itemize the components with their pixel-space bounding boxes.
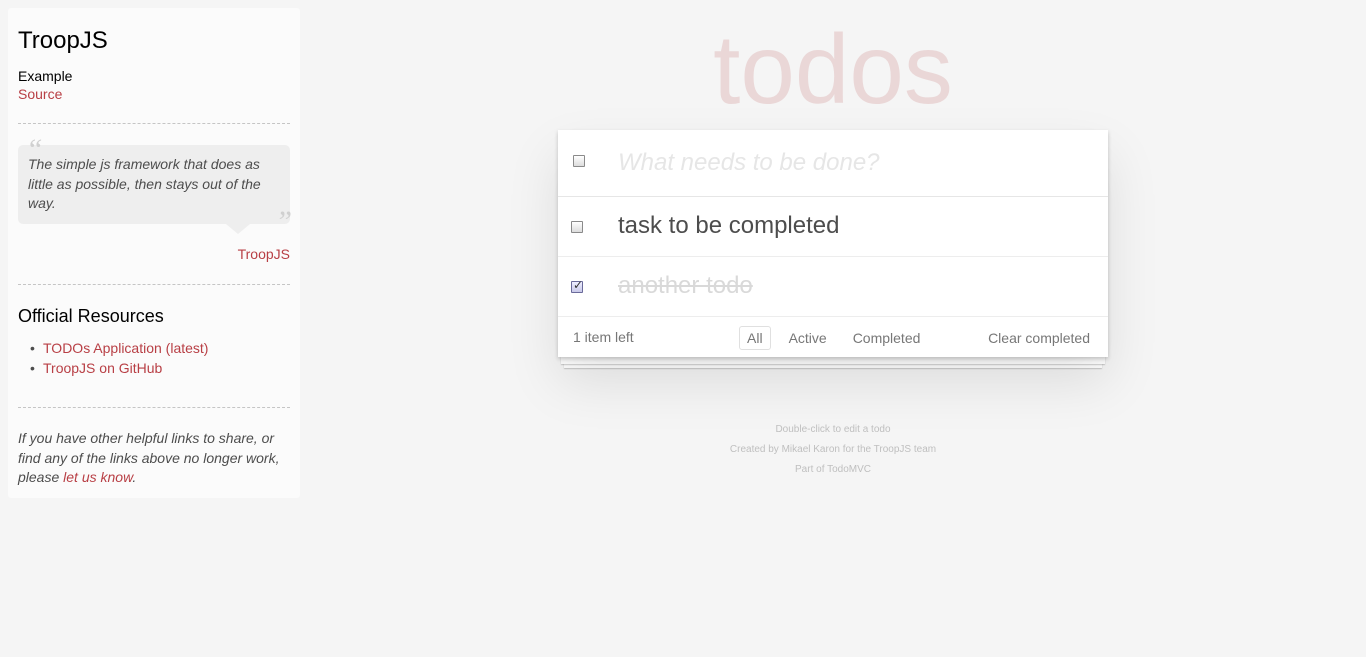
resource-item: TroopJS on GitHub xyxy=(28,358,208,378)
paper-stack xyxy=(561,356,1105,364)
quote-footer: TroopJS xyxy=(18,246,290,262)
divider xyxy=(18,284,290,285)
resource-link-github[interactable]: TroopJS on GitHub xyxy=(43,360,162,376)
filter-active[interactable]: Active xyxy=(781,326,835,350)
new-todo-input[interactable] xyxy=(618,130,1108,196)
clear-completed-button[interactable]: Clear completed xyxy=(988,330,1090,346)
resource-item: TODOs Application (latest) xyxy=(28,338,208,358)
filters: All Active Completed xyxy=(739,326,934,350)
let-us-know-link[interactable]: let us know xyxy=(63,469,132,485)
sidebar-footer-end: . xyxy=(132,469,137,485)
resource-link-todos-app[interactable]: TODOs Application (latest) xyxy=(43,340,208,356)
todo-item: another todo xyxy=(558,257,1108,317)
quote-author-link[interactable]: TroopJS xyxy=(238,246,290,262)
sidebar: TroopJS Example Source “ The simple js f… xyxy=(8,8,300,498)
todo-header xyxy=(558,130,1108,197)
filter-all[interactable]: All xyxy=(739,326,771,350)
todo-footer: 1 item left All Active Completed Clear c… xyxy=(558,317,1108,357)
source-link[interactable]: Source xyxy=(18,85,290,103)
quote-text: The simple js framework that does as lit… xyxy=(28,156,261,211)
divider xyxy=(18,123,290,124)
info-line-todomvc: Part of TodoMVC xyxy=(795,464,871,475)
resources-title: Official Resources xyxy=(18,306,164,326)
example-label: Example xyxy=(18,68,73,84)
open-quote-icon: “ xyxy=(26,133,43,166)
resources-list: TODOs Application (latest) TroopJS on Gi… xyxy=(28,338,208,378)
toggle-all-checkbox[interactable] xyxy=(573,155,585,167)
todo-label[interactable]: another todo xyxy=(618,271,753,301)
close-quote-icon: ” xyxy=(275,205,292,238)
filter-completed[interactable]: Completed xyxy=(845,326,929,350)
quote: “ The simple js framework that does as l… xyxy=(18,135,292,262)
items-left-count: 1 item left xyxy=(573,329,634,345)
info-line-edit-hint: Double-click to edit a todo xyxy=(775,424,891,435)
divider xyxy=(18,407,290,408)
info-footer: Double-click to edit a todo Created by M… xyxy=(558,420,1108,480)
todo-toggle-checkbox[interactable] xyxy=(571,278,583,293)
todo-item: task to be completed xyxy=(558,197,1108,257)
todo-label[interactable]: task to be completed xyxy=(618,211,839,241)
info-line-credits: Created by Mikael Karon for the TroopJS … xyxy=(729,444,937,455)
sidebar-footer-text: If you have other helpful links to share… xyxy=(18,430,280,485)
app-heading: todos xyxy=(713,14,953,124)
sidebar-footer: If you have other helpful links to share… xyxy=(18,429,290,488)
quote-box: “ The simple js framework that does as l… xyxy=(18,135,292,237)
todo-app: task to be completed another todo 1 item… xyxy=(558,130,1108,357)
todo-toggle-checkbox[interactable] xyxy=(571,221,583,233)
sidebar-title: TroopJS xyxy=(18,27,108,54)
